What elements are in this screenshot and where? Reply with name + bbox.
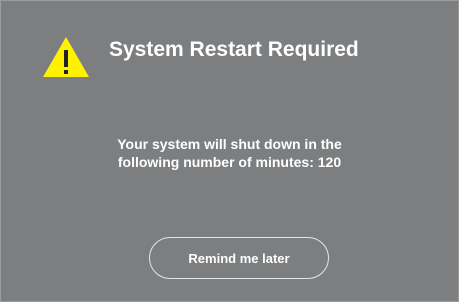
message-line-2: following number of minutes: 120 [117, 154, 342, 170]
restart-dialog: System Restart Required Your system will… [0, 0, 459, 302]
dialog-title: System Restart Required [109, 38, 359, 61]
remind-me-later-button[interactable]: Remind me later [149, 237, 329, 279]
warning-triangle-icon [43, 37, 89, 77]
dialog-message: Your system will shut down in the follow… [1, 135, 458, 171]
message-line-1: Your system will shut down in the [117, 136, 342, 152]
